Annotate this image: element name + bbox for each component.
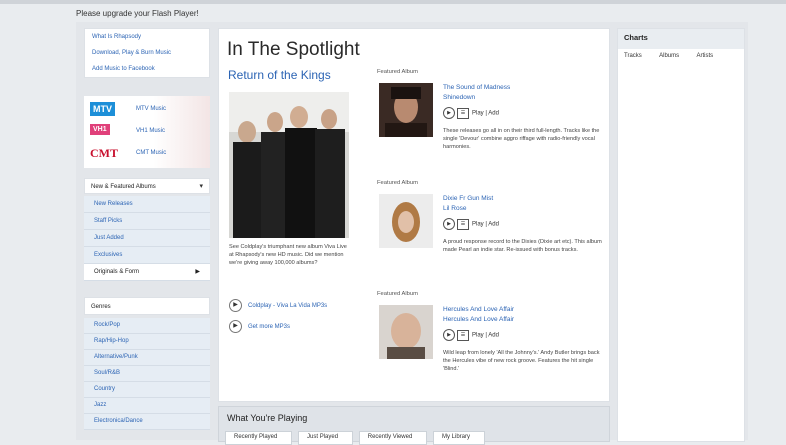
genre-item[interactable]: Alternative/Punk bbox=[84, 350, 210, 366]
menu-item[interactable]: Just Added bbox=[84, 230, 210, 247]
new-featured-albums-header[interactable]: New & Featured Albums ▾ bbox=[84, 178, 210, 194]
flash-upgrade-notice[interactable]: Please upgrade your Flash Player! bbox=[76, 9, 199, 18]
genres-header: Genres bbox=[84, 297, 210, 315]
album-artist[interactable]: Hercules And Love Affair bbox=[443, 315, 514, 325]
tab-artists[interactable]: Artists bbox=[696, 53, 713, 59]
genre-item[interactable]: Rap/Hip-Hop bbox=[84, 334, 210, 350]
partner-label[interactable]: MTV Music bbox=[136, 106, 166, 112]
play-icon: ▶ bbox=[229, 320, 242, 333]
menu-item[interactable]: New Releases bbox=[84, 196, 210, 213]
coldplay-mp3-link[interactable]: ▶ Coldplay - Viva La Vida MP3s bbox=[229, 299, 327, 313]
genre-item[interactable]: Jazz bbox=[84, 398, 210, 414]
spotlight-blurb: See Coldplay's triumphant new album Viva… bbox=[229, 244, 347, 266]
album-description: These releases go all in on their third … bbox=[443, 128, 600, 150]
sidebar: What Is Rhapsody Download, Play & Burn M… bbox=[84, 28, 210, 84]
sidebar-link[interactable]: Download, Play & Burn Music bbox=[85, 45, 209, 61]
play-add-label[interactable]: Play | Add bbox=[472, 222, 499, 228]
menu-item[interactable]: Staff Picks bbox=[84, 213, 210, 230]
cmt-logo: CMT bbox=[90, 146, 118, 160]
album-description: Wild leap from lonely 'All the Johnny's.… bbox=[443, 350, 600, 372]
album-title[interactable]: Hercules And Love Affair bbox=[443, 305, 514, 315]
featured-header: Featured Album bbox=[377, 180, 418, 186]
album-cover[interactable] bbox=[379, 194, 433, 248]
partner-label[interactable]: CMT Music bbox=[136, 150, 166, 156]
playing-title: What You're Playing bbox=[227, 413, 308, 423]
link-label: Get more MP3s bbox=[248, 324, 291, 331]
what-youre-playing-panel: What You're Playing Recently Played Just… bbox=[218, 406, 610, 445]
chevron-down-icon: ▾ bbox=[199, 183, 203, 190]
tab-just-played[interactable]: Just Played bbox=[298, 431, 354, 445]
more-mp3-link[interactable]: ▶ Get more MP3s bbox=[229, 320, 290, 334]
featured-album: Featured Album Hercules And Love Affair … bbox=[377, 291, 605, 391]
sidebar-link[interactable]: What Is Rhapsody bbox=[85, 29, 209, 45]
vh1-logo: VH1 bbox=[90, 124, 110, 135]
album-artist[interactable]: Shinedown bbox=[443, 93, 510, 103]
add-icon[interactable]: ☰ bbox=[457, 107, 469, 119]
menu-item-selected[interactable]: Originals & Form ▶ bbox=[84, 264, 210, 281]
genre-list: Rock/Pop Rap/Hip-Hop Alternative/Punk So… bbox=[84, 318, 210, 430]
menu-item-label: Originals & Form bbox=[94, 269, 140, 275]
album-title[interactable]: The Sound of Madness bbox=[443, 83, 510, 93]
play-add-label[interactable]: Play | Add bbox=[472, 333, 499, 339]
play-add-label[interactable]: Play | Add bbox=[472, 111, 499, 117]
spotlight-panel: In The Spotlight Return of the Kings See… bbox=[218, 28, 610, 402]
partner-cmt[interactable]: CMT CMT Music bbox=[88, 144, 208, 162]
spotlight-title: In The Spotlight bbox=[227, 39, 360, 60]
album-title-block: Hercules And Love Affair Hercules And Lo… bbox=[443, 305, 514, 325]
featured-header: Featured Album bbox=[377, 291, 418, 297]
album-title-block: Dixie Fr Gun Mist Lil Rose bbox=[443, 194, 493, 214]
tab-recently-viewed[interactable]: Recently Viewed bbox=[358, 431, 428, 445]
album-description: A proud response record to the Dixies (D… bbox=[443, 239, 602, 253]
album-cover[interactable] bbox=[379, 305, 433, 359]
spotlight-subtitle[interactable]: Return of the Kings bbox=[228, 68, 331, 82]
link-label: Coldplay - Viva La Vida MP3s bbox=[248, 303, 328, 310]
album-cover[interactable] bbox=[379, 83, 433, 137]
genre-item[interactable]: Electronica/Dance bbox=[84, 414, 210, 430]
tab-recently-played[interactable]: Recently Played bbox=[225, 431, 293, 445]
tab-my-library[interactable]: My Library bbox=[433, 431, 486, 445]
featured-header: Featured Album bbox=[377, 69, 418, 75]
album-controls: ▶ ☰ Play | Add bbox=[443, 329, 499, 341]
sidebar-links: What Is Rhapsody Download, Play & Burn M… bbox=[84, 28, 210, 78]
sidebar-link[interactable]: Add Music to Facebook bbox=[85, 61, 209, 77]
partner-label[interactable]: VH1 Music bbox=[136, 128, 165, 134]
featured-album: Featured Album The Sound of Madness Shin… bbox=[377, 69, 605, 169]
genre-item[interactable]: Rock/Pop bbox=[84, 318, 210, 334]
play-icon: ▶ bbox=[229, 299, 242, 312]
partner-vh1[interactable]: VH1 VH1 Music bbox=[88, 122, 208, 140]
play-icon[interactable]: ▶ bbox=[443, 107, 455, 119]
album-title-block: The Sound of Madness Shinedown bbox=[443, 83, 510, 103]
add-icon[interactable]: ☰ bbox=[457, 329, 469, 341]
featured-album: Featured Album Dixie Fr Gun Mist Lil Ros… bbox=[377, 180, 605, 280]
genre-item[interactable]: Country bbox=[84, 382, 210, 398]
play-icon[interactable]: ▶ bbox=[443, 329, 455, 341]
charts-panel: Charts Tracks Albums Artists bbox=[617, 28, 745, 442]
tab-tracks[interactable]: Tracks bbox=[624, 53, 642, 59]
band-photo[interactable] bbox=[229, 92, 349, 238]
charts-title: Charts bbox=[618, 29, 744, 49]
partner-mtv[interactable]: MTV MTV Music bbox=[88, 100, 208, 118]
add-icon[interactable]: ☰ bbox=[457, 218, 469, 230]
top-bar bbox=[0, 0, 786, 4]
mtv-logo: MTV bbox=[90, 102, 115, 116]
album-artist[interactable]: Lil Rose bbox=[443, 204, 493, 214]
menu-header-label: New & Featured Albums bbox=[91, 184, 156, 190]
arrow-right-icon: ▶ bbox=[195, 269, 200, 275]
play-icon[interactable]: ▶ bbox=[443, 218, 455, 230]
partner-logos: MTV MTV Music VH1 VH1 Music CMT CMT Musi… bbox=[84, 96, 210, 168]
playing-tabs: Recently Played Just Played Recently Vie… bbox=[225, 431, 489, 445]
album-title[interactable]: Dixie Fr Gun Mist bbox=[443, 194, 493, 204]
album-controls: ▶ ☰ Play | Add bbox=[443, 107, 499, 119]
charts-tabs: Tracks Albums Artists bbox=[618, 49, 744, 63]
album-menu: New Releases Staff Picks Just Added Excl… bbox=[84, 196, 210, 281]
album-controls: ▶ ☰ Play | Add bbox=[443, 218, 499, 230]
genre-item[interactable]: Soul/R&B bbox=[84, 366, 210, 382]
menu-item[interactable]: Exclusives bbox=[84, 247, 210, 264]
tab-albums[interactable]: Albums bbox=[659, 53, 679, 59]
